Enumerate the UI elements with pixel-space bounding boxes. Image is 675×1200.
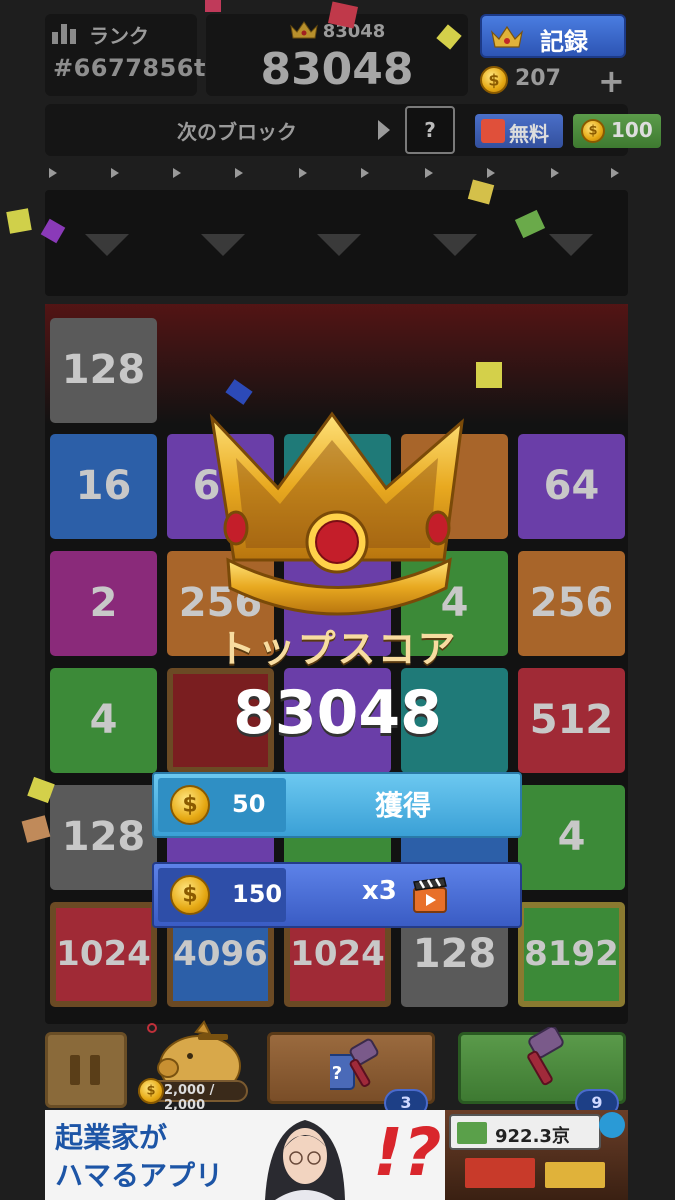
hammer-icon xyxy=(527,1027,564,1086)
reward-amount-box: 50 xyxy=(158,778,286,832)
coin-cost: 100 xyxy=(611,118,653,142)
crown-icon xyxy=(289,21,318,39)
tile: 1024 xyxy=(50,902,157,1007)
marker-arrow-icon xyxy=(49,168,57,178)
next-block-label: 次のブロック xyxy=(177,120,297,144)
play-arrow-icon xyxy=(378,120,390,140)
tile: 4 xyxy=(518,785,625,890)
drop-lane-1[interactable] xyxy=(85,234,129,256)
record-label: 記録 xyxy=(540,28,588,56)
ad-exclamation: !? xyxy=(373,1114,442,1191)
marker-arrow-icon xyxy=(487,168,495,178)
pause-icon xyxy=(70,1055,80,1085)
top-score-title: トップスコア xyxy=(217,627,458,671)
coin-icon xyxy=(138,1078,164,1104)
marker-arrow-icon xyxy=(361,168,369,178)
rank-chart-icon xyxy=(52,24,76,44)
tile: 128 xyxy=(50,785,157,890)
drop-lane-5[interactable] xyxy=(549,234,593,256)
confetti xyxy=(205,0,221,12)
add-coins-button[interactable]: + xyxy=(598,62,625,100)
drop-lanes xyxy=(45,190,628,296)
lane-markers xyxy=(45,166,628,182)
rank-value: #6677856t xyxy=(53,54,206,82)
game-screen: { "header": { "rank_label": "ランク", "rank… xyxy=(0,0,675,1200)
reward-amount-box: 150 xyxy=(158,868,286,922)
swap-hammer-tool-button[interactable]: ? 3 xyxy=(267,1032,435,1117)
tile: 64 xyxy=(518,434,625,539)
marker-arrow-icon xyxy=(611,168,619,178)
rank-panel[interactable]: ランク #6677856t xyxy=(45,14,205,96)
crown-icon xyxy=(491,25,523,48)
coin-icon xyxy=(480,66,508,94)
current-score: 83048 xyxy=(260,44,414,95)
video-clapper-icon xyxy=(413,877,447,913)
ad-info-icon[interactable] xyxy=(599,1112,625,1138)
ad-banner[interactable]: 起業家が ハマるアプリ !? 922.3京 xyxy=(45,1110,628,1200)
coin-count: 207 xyxy=(515,66,561,91)
claim-reward-button[interactable]: 50 獲得 xyxy=(152,772,522,838)
drop-lane-2[interactable] xyxy=(201,234,245,256)
hammer-tool-button[interactable]: 9 xyxy=(458,1027,626,1117)
pause-icon xyxy=(90,1055,100,1085)
coin-icon xyxy=(170,785,210,825)
claim-label: 獲得 xyxy=(374,789,431,822)
next-block-panel: 次のブロック ? 無料 100 xyxy=(45,104,661,156)
ad-money-value: 922.3京 xyxy=(495,1126,570,1147)
ad-woman-image xyxy=(265,1120,345,1200)
marker-arrow-icon xyxy=(299,168,307,178)
marker-arrow-icon xyxy=(235,168,243,178)
coin-icon xyxy=(170,875,210,915)
record-button[interactable]: 記録 xyxy=(480,14,626,58)
coin-reveal-button[interactable]: 100 xyxy=(573,114,661,148)
marker-arrow-icon xyxy=(111,168,119,178)
free-label: 無料 xyxy=(509,122,549,146)
reward-amount: 50 xyxy=(232,790,266,818)
crown-icon xyxy=(209,411,464,616)
coin-icon xyxy=(581,119,605,143)
drop-lane-3[interactable] xyxy=(317,234,361,256)
tile: 128 xyxy=(50,318,157,423)
top-score-value: 83048 xyxy=(233,678,442,748)
confetti xyxy=(6,208,32,234)
next-block-preview[interactable]: ? xyxy=(405,106,455,154)
pause-button[interactable] xyxy=(45,1032,127,1108)
money-icon xyxy=(457,1122,487,1144)
free-reveal-button[interactable]: 無料 xyxy=(475,114,563,148)
ad-money-counter: 922.3京 xyxy=(449,1114,601,1150)
svg-text:?: ? xyxy=(332,1063,342,1084)
ad-headline-1: 起業家が xyxy=(55,1121,168,1154)
tile: 8192 xyxy=(518,902,625,1007)
video-clapper-icon xyxy=(481,119,505,143)
hammer-icon: ? xyxy=(330,1038,379,1090)
piggy-progress: 2,000 / 2,000 xyxy=(164,1083,215,1113)
score-panel: 83048 83048 xyxy=(206,14,468,96)
confetti xyxy=(476,362,502,388)
drop-lane-4[interactable] xyxy=(433,234,477,256)
marker-arrow-icon xyxy=(425,168,433,178)
rank-label: ランク xyxy=(89,24,149,48)
marker-arrow-icon xyxy=(551,168,559,178)
ad-headline-2: ハマるアプリ xyxy=(55,1159,224,1192)
piggy-progress-bar: 2,000 / 2,000 xyxy=(138,1078,248,1113)
reward-amount: 150 xyxy=(232,880,283,908)
marker-arrow-icon xyxy=(173,168,181,178)
triple-reward-button[interactable]: 150 x3 xyxy=(152,862,522,928)
tile: 16 xyxy=(50,434,157,539)
